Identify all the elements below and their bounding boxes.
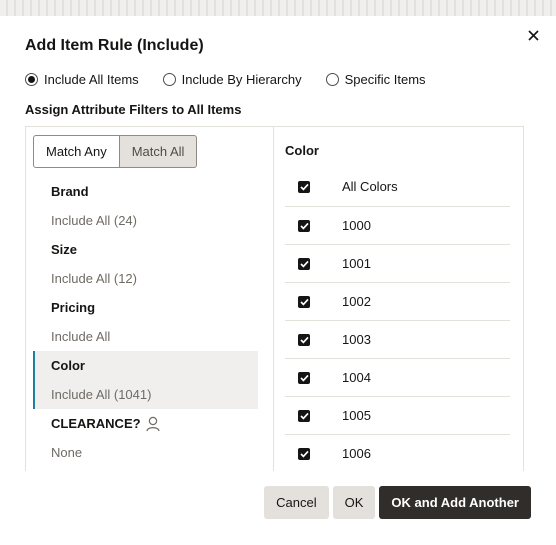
- checkmark-icon: [299, 374, 309, 382]
- filter-list-pane: Match Any Match All Brand Include All (2…: [26, 127, 274, 471]
- all-colors-row[interactable]: All Colors: [285, 167, 510, 207]
- radio-include-all-items[interactable]: Include All Items: [25, 72, 139, 87]
- attribute-filter-panel: Match Any Match All Brand Include All (2…: [25, 126, 524, 471]
- checkmark-icon: [299, 450, 309, 458]
- checkmark-icon: [299, 412, 309, 420]
- close-icon: [527, 29, 539, 41]
- dialog-title: Add Item Rule (Include): [25, 37, 204, 54]
- color-value-label: 1006: [342, 446, 371, 461]
- filter-item-color[interactable]: Color Include All (1041): [33, 351, 258, 409]
- checkmark-icon: [299, 183, 309, 191]
- color-value-checkbox[interactable]: [298, 257, 310, 270]
- checkmark-icon: [299, 298, 309, 306]
- color-value-row[interactable]: 1000: [285, 207, 510, 245]
- color-value-list: All Colors 1000 1001 1002 1003 1004 1005…: [285, 167, 510, 471]
- filter-value: Include All (12): [51, 271, 137, 286]
- cancel-button[interactable]: Cancel: [264, 486, 329, 519]
- person-icon: [145, 416, 160, 432]
- color-value-label: 1001: [342, 256, 371, 271]
- filter-list: Brand Include All (24) Size Include All …: [33, 177, 258, 467]
- filter-name: Brand: [51, 184, 89, 199]
- color-value-label: 1003: [342, 332, 371, 347]
- all-colors-checkbox[interactable]: [298, 180, 310, 193]
- checkmark-icon: [299, 336, 309, 344]
- color-value-label: 1000: [342, 218, 371, 233]
- color-value-checkbox[interactable]: [298, 219, 310, 232]
- radio-label: Specific Items: [344, 72, 426, 87]
- radio-label: Include All Items: [44, 72, 139, 87]
- filter-name: Size: [51, 242, 78, 257]
- dialog-footer: Cancel OK OK and Add Another: [260, 486, 531, 519]
- ok-and-add-another-button[interactable]: OK and Add Another: [379, 486, 531, 519]
- all-colors-label: All Colors: [342, 179, 398, 194]
- filter-name-row: CLEARANCE?: [51, 409, 258, 438]
- filter-item-size[interactable]: Size Include All (12): [33, 235, 258, 293]
- scope-radio-group: Include All Items Include By Hierarchy S…: [25, 72, 450, 87]
- color-values-pane: Color All Colors 1000 1001 1002 1003 100…: [275, 127, 523, 471]
- checkmark-icon: [299, 222, 309, 230]
- radio-include-by-hierarchy[interactable]: Include By Hierarchy: [162, 72, 302, 87]
- color-value-row[interactable]: 1003: [285, 321, 510, 359]
- color-value-checkbox[interactable]: [298, 371, 310, 384]
- color-value-row[interactable]: 1001: [285, 245, 510, 283]
- color-value-label: 1002: [342, 294, 371, 309]
- color-value-checkbox[interactable]: [298, 333, 310, 346]
- filter-item-clearance[interactable]: CLEARANCE? None: [33, 409, 258, 467]
- filter-item-brand[interactable]: Brand Include All (24): [33, 177, 258, 235]
- checkmark-icon: [299, 260, 309, 268]
- filter-value: Include All (1041): [51, 387, 152, 402]
- color-value-checkbox[interactable]: [298, 447, 310, 460]
- radio-button-checked[interactable]: [25, 73, 38, 86]
- color-value-label: 1004: [342, 370, 371, 385]
- color-value-checkbox[interactable]: [298, 295, 310, 308]
- filter-item-pricing[interactable]: Pricing Include All: [33, 293, 258, 351]
- filter-value: Include All (24): [51, 213, 137, 228]
- radio-button[interactable]: [325, 73, 339, 86]
- color-value-row[interactable]: 1002: [285, 283, 510, 321]
- section-label: Assign Attribute Filters to All Items: [25, 102, 242, 117]
- color-value-row[interactable]: 1006: [285, 435, 510, 471]
- radio-specific-items[interactable]: Specific Items: [325, 72, 426, 87]
- color-value-checkbox[interactable]: [298, 409, 310, 422]
- ok-button[interactable]: OK: [332, 486, 376, 519]
- filter-name: CLEARANCE?: [51, 416, 141, 431]
- match-any-button[interactable]: Match Any: [33, 135, 120, 168]
- close-button[interactable]: [522, 24, 544, 46]
- radio-label: Include By Hierarchy: [181, 72, 302, 87]
- match-all-button[interactable]: Match All: [119, 135, 198, 168]
- color-panel-header: Color: [285, 143, 319, 158]
- match-toggle: Match Any Match All: [33, 135, 198, 168]
- page-backdrop: [0, 0, 556, 16]
- color-value-label: 1005: [342, 408, 371, 423]
- filter-value: None: [51, 445, 83, 460]
- color-value-row[interactable]: 1004: [285, 359, 510, 397]
- filter-name: Color: [51, 358, 85, 373]
- filter-value: Include All: [51, 329, 111, 344]
- filter-name: Pricing: [51, 300, 96, 315]
- add-item-rule-dialog: Add Item Rule (Include) Include All Item…: [0, 16, 556, 545]
- radio-button[interactable]: [162, 73, 176, 86]
- color-value-row[interactable]: 1005: [285, 397, 510, 435]
